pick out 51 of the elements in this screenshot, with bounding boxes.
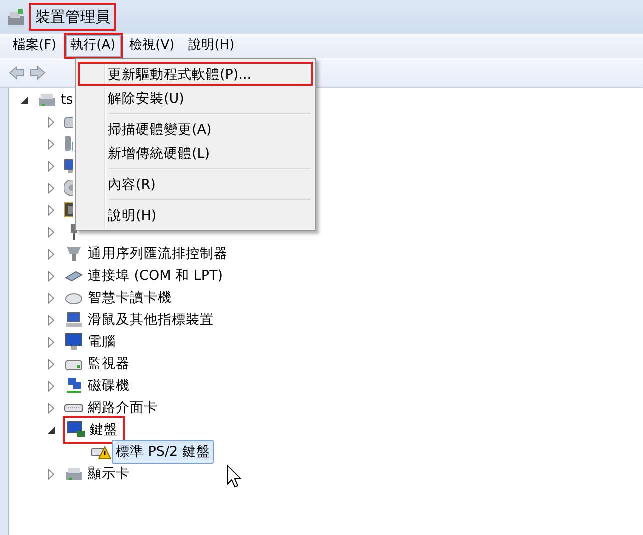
collapse-arrow-icon[interactable] — [46, 424, 57, 436]
menu-item[interactable]: 檔案(F) — [6, 33, 64, 59]
expand-arrow-icon[interactable] — [46, 380, 57, 392]
device-icon — [64, 202, 73, 218]
expand-arrow-icon[interactable] — [46, 182, 57, 194]
tree-item[interactable]: ts — [57, 88, 78, 112]
tree-item[interactable]: 顯示卡 — [84, 462, 134, 486]
device-icon — [66, 420, 86, 440]
expand-arrow-icon[interactable] — [46, 226, 57, 238]
device-manager-icon — [6, 7, 26, 27]
expand-arrow-icon[interactable] — [46, 138, 57, 150]
device-icon — [64, 332, 84, 352]
tree-item[interactable]: 通用序列匯流排控制器 — [84, 242, 232, 266]
menu-option[interactable]: 新增傳統硬體(L) — [78, 141, 313, 165]
expand-arrow-icon[interactable] — [46, 468, 57, 480]
expand-arrow-icon[interactable] — [46, 314, 57, 326]
menu-item[interactable]: 執行(A) — [64, 33, 123, 59]
expand-arrow-icon[interactable] — [46, 270, 57, 282]
device-icon — [64, 158, 73, 174]
mouse-cursor-icon — [227, 465, 243, 489]
expand-arrow-icon[interactable] — [46, 248, 57, 260]
expand-arrow-icon[interactable] — [46, 358, 57, 370]
forward-icon — [29, 64, 48, 80]
menu-option[interactable]: 掃描硬體變更(A) — [78, 117, 313, 141]
tree-item[interactable]: 網路介面卡 — [84, 396, 162, 420]
tree-item[interactable]: 電腦 — [84, 330, 120, 354]
tree-item[interactable]: 滑鼠及其他指標裝置 — [84, 308, 218, 332]
expand-arrow-icon[interactable] — [46, 336, 57, 348]
device-icon — [64, 136, 73, 152]
expand-arrow-icon[interactable] — [46, 204, 57, 216]
menu-option[interactable]: 說明(H) — [78, 203, 313, 227]
back-icon — [8, 64, 26, 80]
device-icon — [64, 376, 84, 396]
tree-item[interactable]: 監視器 — [84, 352, 134, 376]
collapse-arrow-icon[interactable] — [19, 94, 30, 106]
menu-option[interactable]: 內容(R) — [78, 172, 313, 196]
expand-arrow-icon[interactable] — [46, 160, 57, 172]
menu-item[interactable]: 說明(H) — [182, 33, 242, 59]
tree-item[interactable]: 磁碟機 — [84, 374, 134, 398]
expand-arrow-icon[interactable] — [46, 402, 57, 414]
device-icon — [64, 244, 84, 264]
menu-option[interactable]: 解除安裝(U) — [78, 86, 313, 110]
expand-arrow-icon[interactable] — [46, 116, 57, 128]
tree-item[interactable]: 連接埠 (COM 和 LPT) — [84, 264, 228, 288]
menu-option[interactable]: 更新驅動程式軟體(P)... — [78, 62, 313, 86]
expand-arrow-icon[interactable] — [46, 292, 57, 304]
menu-item[interactable]: 檢視(V) — [122, 33, 182, 59]
device-icon — [64, 180, 73, 196]
tree-item[interactable]: 智慧卡讀卡機 — [84, 286, 176, 310]
device-icon — [64, 310, 84, 330]
window-title: 裝置管理員 — [29, 2, 116, 32]
